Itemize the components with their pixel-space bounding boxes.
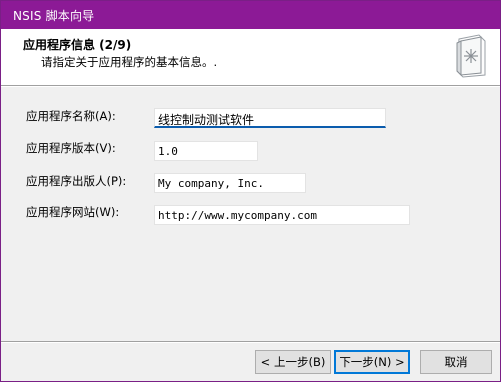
- footer-divider: [1, 341, 500, 343]
- app-publisher-input[interactable]: My company, Inc.: [154, 173, 306, 193]
- app-name-input[interactable]: 线控制动测试软件: [154, 108, 386, 128]
- app-website-label: 应用程序网站(W):: [26, 205, 120, 219]
- wizard-window: NSIS 脚本向导 应用程序信息 (2/9) 请指定关于应用程序的基本信息。. …: [0, 0, 501, 382]
- app-version-label: 应用程序版本(V):: [26, 141, 116, 155]
- next-button[interactable]: 下一步(N) >: [334, 350, 410, 374]
- window-title: NSIS 脚本向导: [13, 9, 95, 23]
- back-button[interactable]: < 上一步(B): [255, 350, 331, 374]
- setup-book-icon: [456, 34, 486, 78]
- app-version-input[interactable]: 1.0: [154, 141, 258, 161]
- title-bar[interactable]: NSIS 脚本向导: [1, 1, 500, 29]
- app-website-input[interactable]: http://www.mycompany.com: [154, 205, 410, 225]
- cancel-button[interactable]: 取消: [420, 350, 492, 374]
- app-publisher-label: 应用程序出版人(P):: [26, 174, 127, 188]
- wizard-header: 应用程序信息 (2/9) 请指定关于应用程序的基本信息。.: [1, 29, 500, 85]
- header-divider: [1, 85, 500, 87]
- app-name-label: 应用程序名称(A):: [26, 109, 116, 123]
- page-subtitle: 请指定关于应用程序的基本信息。.: [41, 55, 218, 69]
- page-title: 应用程序信息 (2/9): [23, 38, 132, 52]
